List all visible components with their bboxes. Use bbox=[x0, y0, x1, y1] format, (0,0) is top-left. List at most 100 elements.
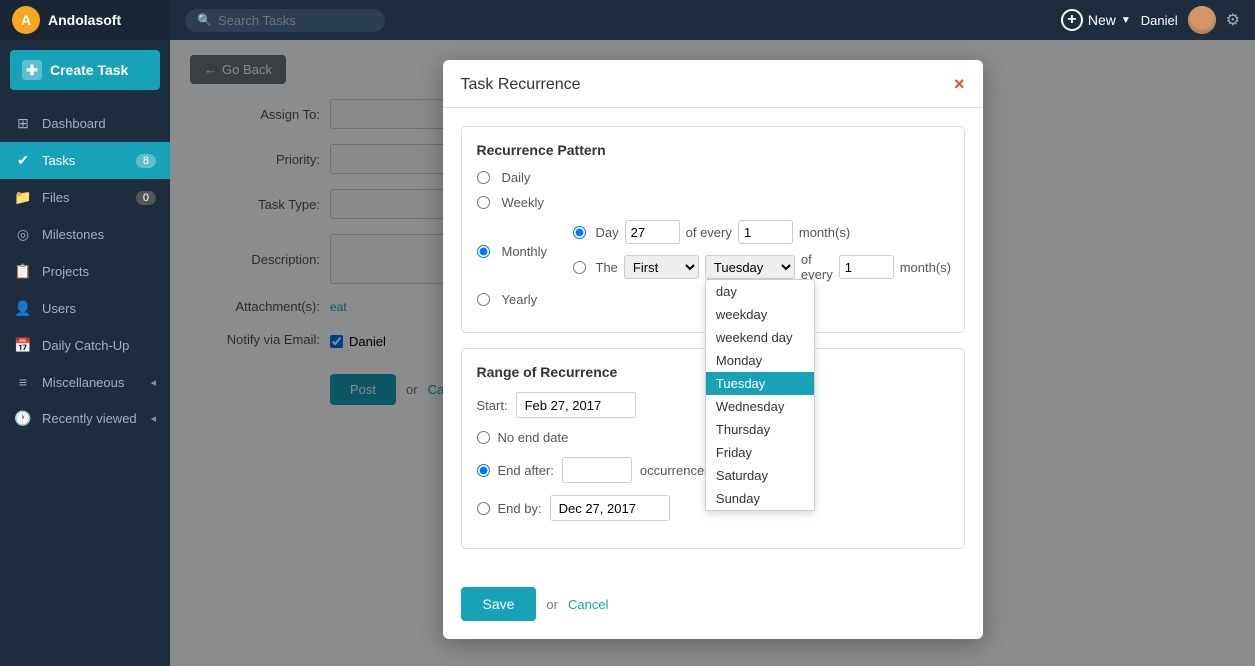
modal-overlay: Task Recurrence × Recurrence Pattern Dai… bbox=[170, 40, 1255, 666]
monthly-label: Monthly bbox=[502, 244, 557, 259]
new-button-chevron: ▼ bbox=[1121, 15, 1131, 26]
dropdown-item-monday[interactable]: Monday bbox=[706, 349, 814, 372]
miscellaneous-icon: ≡ bbox=[14, 374, 32, 390]
dropdown-item-weekend-day[interactable]: weekend day bbox=[706, 326, 814, 349]
no-end-label: No end date bbox=[498, 430, 569, 445]
first-select[interactable]: First Second Third Fourth Last bbox=[624, 255, 699, 279]
sidebar-item-tasks[interactable]: ✔ Tasks 8 bbox=[0, 142, 170, 179]
sidebar-item-daily-catchup[interactable]: 📅 Daily Catch-Up bbox=[0, 327, 170, 364]
create-task-label: Create Task bbox=[50, 62, 128, 78]
brand-name: Andolasoft bbox=[48, 12, 121, 28]
dashboard-icon: ⊞ bbox=[14, 115, 32, 132]
app-logo: A bbox=[12, 6, 40, 34]
of-every-text-1: of every bbox=[686, 225, 732, 240]
monthly-months-input[interactable] bbox=[738, 220, 793, 244]
monthly-day-label: Day bbox=[596, 225, 619, 240]
new-button-icon: + bbox=[1061, 9, 1083, 31]
weekly-radio[interactable] bbox=[477, 196, 490, 209]
projects-icon: 📋 bbox=[14, 263, 32, 280]
search-box: 🔍 bbox=[185, 9, 385, 32]
dropdown-item-saturday[interactable]: Saturday bbox=[706, 464, 814, 487]
modal-cancel-link[interactable]: Cancel bbox=[568, 597, 608, 612]
monthly-day-radio[interactable] bbox=[573, 226, 586, 239]
sidebar-item-label: Milestones bbox=[42, 227, 104, 242]
end-after-input[interactable] bbox=[562, 457, 632, 483]
monthly-the-radio[interactable] bbox=[573, 261, 586, 274]
save-button[interactable]: Save bbox=[461, 587, 537, 621]
dropdown-item-friday[interactable]: Friday bbox=[706, 441, 814, 464]
modal-title: Task Recurrence bbox=[461, 76, 581, 94]
task-recurrence-modal: Task Recurrence × Recurrence Pattern Dai… bbox=[443, 60, 983, 639]
sidebar-item-label: Projects bbox=[42, 264, 89, 279]
occurrences-label: occurrences bbox=[640, 463, 711, 478]
dropdown-item-tuesday[interactable]: Tuesday bbox=[706, 372, 814, 395]
sidebar-item-users[interactable]: 👤 Users bbox=[0, 290, 170, 327]
weekly-label: Weekly bbox=[502, 195, 557, 210]
daily-radio[interactable] bbox=[477, 171, 490, 184]
search-input[interactable] bbox=[218, 13, 358, 28]
avatar bbox=[1188, 6, 1216, 34]
settings-icon[interactable]: ⚙ bbox=[1226, 10, 1240, 30]
avatar-image bbox=[1188, 6, 1216, 34]
topbar-username: Daniel bbox=[1141, 13, 1178, 28]
modal-footer: Save or Cancel bbox=[443, 582, 983, 639]
sidebar-item-miscellaneous[interactable]: ≡ Miscellaneous ◂ bbox=[0, 364, 170, 400]
create-task-button[interactable]: ✚ Create Task bbox=[10, 50, 160, 90]
sidebar-item-label: Miscellaneous bbox=[42, 375, 124, 390]
content-area: ← Go Back Assign To: Priority: Task Type… bbox=[170, 40, 1255, 666]
yearly-radio[interactable] bbox=[477, 293, 490, 306]
the-months-input[interactable] bbox=[839, 255, 894, 279]
pattern-monthly-row: Monthly Day of every month(s) bbox=[477, 220, 949, 282]
day-dropdown-container: Tuesday day weekday weekend day Monday bbox=[705, 255, 795, 279]
main-area: 🔍 + New ▼ Daniel ⚙ ← Go Back Assign To: bbox=[170, 0, 1255, 666]
months-label-2: month(s) bbox=[900, 260, 951, 275]
sidebar-item-projects[interactable]: 📋 Projects bbox=[0, 253, 170, 290]
sidebar-item-label: Recently viewed bbox=[42, 411, 137, 426]
files-icon: 📁 bbox=[14, 189, 32, 206]
daily-label: Daily bbox=[502, 170, 557, 185]
modal-header: Task Recurrence × bbox=[443, 60, 983, 108]
sidebar-item-label: Dashboard bbox=[42, 116, 106, 131]
sidebar-item-dashboard[interactable]: ⊞ Dashboard bbox=[0, 105, 170, 142]
sidebar-nav: ⊞ Dashboard ✔ Tasks 8 📁 Files 0 ◎ Milest… bbox=[0, 100, 170, 666]
tasks-icon: ✔ bbox=[14, 152, 32, 169]
end-by-radio[interactable] bbox=[477, 502, 490, 515]
recently-viewed-icon: 🕐 bbox=[14, 410, 32, 427]
day-select[interactable]: Tuesday bbox=[705, 255, 795, 279]
sidebar-item-label: Tasks bbox=[42, 153, 75, 168]
yearly-label: Yearly bbox=[502, 292, 557, 307]
users-icon: 👤 bbox=[14, 300, 32, 317]
sidebar-item-files[interactable]: 📁 Files 0 bbox=[0, 179, 170, 216]
dropdown-item-sunday[interactable]: Sunday bbox=[706, 487, 814, 510]
daily-catchup-icon: 📅 bbox=[14, 337, 32, 354]
modal-or-text: or bbox=[546, 597, 558, 612]
topbar: 🔍 + New ▼ Daniel ⚙ bbox=[170, 0, 1255, 40]
monthly-the-label: The bbox=[596, 260, 618, 275]
end-by-label: End by: bbox=[498, 501, 542, 516]
months-label-1: month(s) bbox=[799, 225, 850, 240]
dropdown-item-weekday[interactable]: weekday bbox=[706, 303, 814, 326]
no-end-radio[interactable] bbox=[477, 431, 490, 444]
milestones-icon: ◎ bbox=[14, 226, 32, 243]
dropdown-item-thursday[interactable]: Thursday bbox=[706, 418, 814, 441]
sidebar-item-milestones[interactable]: ◎ Milestones bbox=[0, 216, 170, 253]
sidebar: A Andolasoft ✚ Create Task ⊞ Dashboard ✔… bbox=[0, 0, 170, 666]
end-after-label: End after: bbox=[498, 463, 554, 478]
sidebar-item-label: Daily Catch-Up bbox=[42, 338, 129, 353]
monthly-radio[interactable] bbox=[477, 245, 490, 258]
dropdown-item-wednesday[interactable]: Wednesday bbox=[706, 395, 814, 418]
recently-viewed-arrow: ◂ bbox=[150, 412, 156, 425]
sidebar-header: A Andolasoft bbox=[0, 0, 170, 40]
recurrence-pattern-section: Recurrence Pattern Daily Weekly bbox=[461, 126, 965, 333]
modal-close-button[interactable]: × bbox=[954, 74, 965, 95]
sidebar-item-recently-viewed[interactable]: 🕐 Recently viewed ◂ bbox=[0, 400, 170, 437]
monthly-day-input[interactable] bbox=[625, 220, 680, 244]
pattern-daily-row: Daily bbox=[477, 170, 949, 185]
start-date-input[interactable] bbox=[516, 392, 636, 418]
search-icon: 🔍 bbox=[197, 13, 212, 27]
end-after-radio[interactable] bbox=[477, 464, 490, 477]
of-every-text-2: of every bbox=[801, 252, 833, 282]
new-button[interactable]: + New ▼ bbox=[1061, 9, 1131, 31]
end-by-input[interactable] bbox=[550, 495, 670, 521]
dropdown-item-day[interactable]: day bbox=[706, 280, 814, 303]
